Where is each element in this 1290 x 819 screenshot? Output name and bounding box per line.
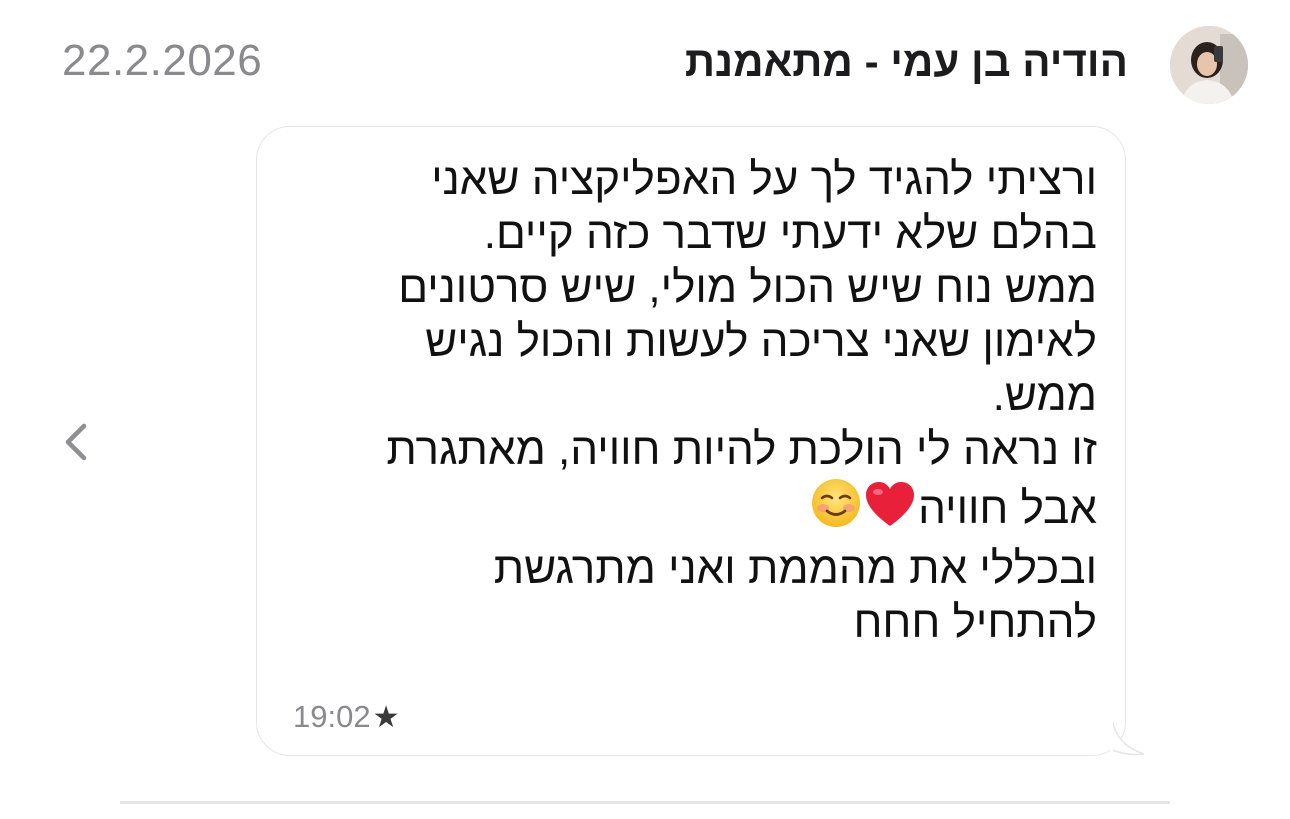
message-line: ממש. bbox=[992, 371, 1097, 420]
red-heart-icon bbox=[864, 481, 916, 542]
message-bubble[interactable]: ורציתי להגיד לך על האפליקציה שאני בהלם ש… bbox=[256, 126, 1126, 756]
smiling-face-icon bbox=[810, 477, 862, 542]
message-line: בהלם שלא ידעתי שדבר כזה קיים. bbox=[483, 209, 1097, 258]
message-line: ובכללי את מהממת ואני מתרגשת bbox=[493, 544, 1097, 593]
message-header: 22.2.2026 הודיה בן עמי - מתאמנת bbox=[0, 0, 1290, 125]
star-icon: ★ bbox=[372, 700, 400, 734]
message-line-text: אבל חוויה bbox=[918, 484, 1097, 533]
message-line: ממש נוח שיש הכול מולי, שיש סרטונים bbox=[398, 263, 1097, 312]
divider bbox=[120, 801, 1170, 804]
message-line: ורציתי להגיד לך על האפליקציה שאני bbox=[431, 155, 1097, 204]
message-line: לאימון שאני צריכה לעשות והכול נגיש bbox=[425, 317, 1097, 366]
message-body: ורציתי להגיד לך על האפליקציה שאני בהלם ש… bbox=[287, 153, 1097, 650]
message-detail-screen: 22.2.2026 הודיה בן עמי - מתאמנת ורציתי ל… bbox=[0, 0, 1290, 819]
message-time: 19:02 bbox=[293, 699, 371, 734]
message-timestamp: 19:02 ★ bbox=[293, 699, 399, 735]
bubble-tail bbox=[1110, 716, 1145, 756]
message-date: 22.2.2026 bbox=[62, 36, 263, 85]
chevron-left-icon[interactable] bbox=[58, 418, 94, 466]
message-line-with-emoji: אבל חוויה bbox=[287, 477, 1097, 542]
message-line: זו נראה לי הולכת להיות חוויה, מאתגרת bbox=[386, 425, 1097, 474]
message-line: להתחיל חחח bbox=[853, 598, 1097, 647]
avatar[interactable] bbox=[1170, 26, 1248, 104]
sender-name: הודיה בן עמי - מתאמנת bbox=[684, 38, 1128, 85]
